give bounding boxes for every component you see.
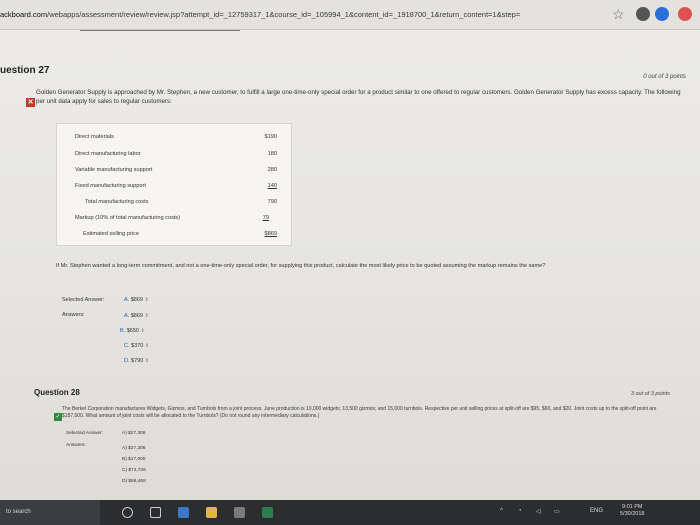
volume-icon[interactable]: ◁ [536, 508, 541, 515]
sort-icon: ⇕ [144, 358, 150, 364]
clock-time: 9:01 PM [621, 504, 643, 510]
taskbar-clock[interactable]: 9:01 PM 5/30/2018 [620, 504, 644, 518]
question-points: 3 out of 3 points [630, 391, 670, 397]
search-placeholder: to search [6, 509, 31, 515]
answer-value: $370 [131, 343, 144, 349]
answer-option: D. $790 ⇕ [124, 358, 149, 364]
answer-value: $869 [130, 297, 143, 303]
selected-answer: A. $869 ⇕ [124, 297, 149, 303]
cortana-icon[interactable] [122, 507, 133, 518]
bookmark-star-icon[interactable]: ☆ [612, 6, 625, 23]
row-value: 140 [267, 183, 277, 189]
extension-icon[interactable] [655, 7, 669, 21]
answer-option: A. $869 ⇕ [124, 313, 149, 319]
answer-value: $790 [131, 358, 144, 364]
table-row: Estimated selling price $869 [57, 231, 293, 241]
task-view-icon[interactable] [150, 507, 161, 518]
sort-icon: ⇕ [144, 313, 149, 319]
app-icon[interactable] [262, 507, 273, 518]
divider [80, 30, 240, 31]
table-row: Direct manufacturing labor 180 [57, 151, 293, 161]
question-text: The Berkel Corporation manufactures Widg… [62, 406, 657, 419]
row-label: Total manufacturing costs [85, 199, 149, 205]
question-followup: If Mr. Stephen wanted a long-term commit… [56, 263, 546, 269]
table-row: Direct materials $190 [57, 134, 293, 144]
sort-icon: ⇕ [140, 328, 145, 334]
row-value: 790 [267, 199, 277, 205]
correct-icon: ✓ [54, 413, 62, 421]
row-label: Direct materials [75, 134, 114, 140]
answer-option: B) $17,000 [122, 457, 146, 462]
row-label: Markup (10% of total manufacturing costs… [75, 215, 181, 221]
row-label: Fixed manufacturing support [75, 183, 146, 189]
incorrect-icon: ✕ [26, 98, 35, 107]
answers-label: Answers: [62, 312, 85, 318]
edge-icon[interactable] [178, 507, 189, 518]
answer-option: A) $27,306 [122, 446, 146, 451]
row-value: 180 [267, 151, 277, 157]
table-row: Markup (10% of total manufacturing costs… [57, 215, 293, 225]
question-text: Golden Generator Supply is approached by… [36, 89, 681, 105]
selected-answer-label: Selected Answer: [62, 297, 105, 303]
table-row: Fixed manufacturing support 140 [57, 183, 293, 193]
file-explorer-icon[interactable] [206, 507, 217, 518]
selected-answer-label: Selected Answer: [66, 431, 104, 436]
battery-icon[interactable]: ▭ [554, 508, 560, 515]
row-value: 280 [267, 167, 277, 173]
sort-icon: ⇕ [144, 343, 150, 349]
language-indicator[interactable]: ENG [590, 508, 603, 514]
cost-data-table: Direct materials $190 Direct manufacturi… [56, 123, 292, 246]
sort-icon: ⇕ [144, 297, 149, 303]
answer-letter: A. [124, 313, 130, 319]
answer-value: $650 [126, 328, 139, 334]
taskbar-search-box[interactable]: to search [0, 500, 100, 525]
browser-window: ackboard.com/webapps/assessment/review/r… [0, 0, 700, 525]
answer-value: $869 [130, 313, 143, 319]
taskbar: to search ^ ◔ ◁ ▭ ENG 9:01 PM 5/30/2018 [0, 500, 700, 525]
answer-option: B. $650 ⇕ [120, 328, 145, 334]
row-value: $190 [264, 134, 277, 140]
clock-date: 5/30/2018 [620, 511, 645, 517]
answer-option: C) $73,726 [122, 468, 146, 473]
answer-option: D) $86,468 [122, 479, 146, 484]
profile-icon[interactable] [678, 7, 692, 21]
answer-letter: A. [124, 297, 130, 303]
row-label: Variable manufacturing support [75, 167, 153, 173]
row-value: $869 [264, 231, 277, 237]
address-bar[interactable]: ackboard.com/webapps/assessment/review/r… [0, 0, 700, 30]
question-title: uestion 27 [0, 65, 50, 76]
row-label: Estimated selling price [83, 231, 139, 237]
tray-chevron-icon[interactable]: ^ [500, 508, 503, 514]
answer-letter: B. [120, 328, 126, 334]
store-icon[interactable] [234, 507, 245, 518]
url-path: /webapps/assessment/review/review.jsp?at… [47, 10, 521, 19]
answer-letter: D. [124, 358, 130, 364]
extension-icon[interactable] [636, 7, 650, 21]
url-host: ackboard.com [0, 10, 48, 19]
question-points: 0 out of 3 points [643, 74, 686, 80]
table-row: Total manufacturing costs 790 [57, 199, 293, 209]
question-title: Question 28 [34, 388, 80, 397]
url-text[interactable]: ackboard.com/webapps/assessment/review/r… [0, 10, 520, 19]
answer-option: C. $370 ⇕ [124, 343, 149, 349]
row-label: Direct manufacturing labor [75, 151, 141, 157]
answers-label: Answers: [66, 443, 86, 448]
row-value: 79 [262, 215, 269, 221]
selected-answer: A) $27,306 [122, 431, 146, 436]
table-row: Variable manufacturing support 280 [57, 167, 293, 177]
answer-letter: C. [124, 343, 130, 349]
wifi-icon[interactable]: ◔ [518, 508, 522, 514]
